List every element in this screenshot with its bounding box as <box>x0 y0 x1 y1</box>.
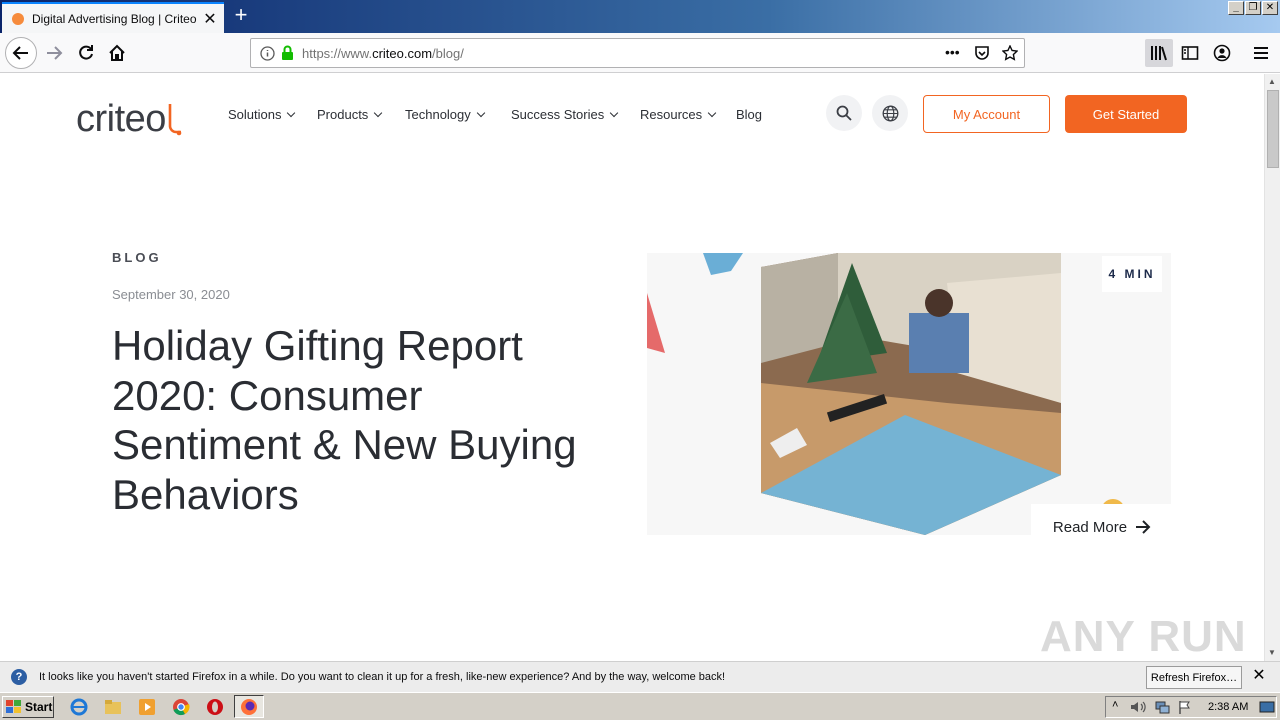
read-more-label: Read More <box>1052 518 1128 536</box>
library-button[interactable] <box>1145 39 1173 67</box>
secure-lock-icon <box>281 45 294 66</box>
system-tray: ˄ <box>1105 696 1277 718</box>
page-scrollbar[interactable]: ▲ ▼ <box>1264 74 1280 661</box>
my-account-button[interactable]: My Account <box>923 95 1050 133</box>
window-titlebar: Digital Advertising Blog | Criteo ✕ + _ … <box>0 0 1280 33</box>
opera-icon[interactable] <box>206 698 224 716</box>
nav-products[interactable]: Products <box>317 107 383 122</box>
action-center-flag-icon[interactable] <box>1178 700 1192 714</box>
post-category: BLOG <box>112 250 162 265</box>
criteo-favicon-icon <box>12 12 24 25</box>
scroll-down-icon[interactable]: ▼ <box>1268 648 1276 657</box>
page-actions-icon[interactable]: ••• <box>945 44 960 60</box>
scrollbar-thumb[interactable] <box>1267 90 1279 168</box>
back-arrow-icon <box>12 46 28 60</box>
browser-tab[interactable]: Digital Advertising Blog | Criteo ✕ <box>2 2 224 33</box>
media-player-icon[interactable] <box>138 698 156 716</box>
network-icon[interactable] <box>1154 700 1170 714</box>
navigation-toolbar: https://www.criteo.com/blog/ ••• <box>0 33 1280 73</box>
post-title[interactable]: Holiday Gifting Report 2020: Consumer Se… <box>112 321 612 519</box>
criteo-logo[interactable]: criteo <box>76 88 182 138</box>
account-button[interactable] <box>1208 39 1236 67</box>
nav-resources[interactable]: Resources <box>640 107 717 122</box>
holiday-gifting-illustration <box>647 253 1125 535</box>
show-desktop-icon[interactable] <box>1259 700 1275 714</box>
restore-button[interactable]: ❐ <box>1245 1 1261 15</box>
show-hidden-icons-icon[interactable]: ˄ <box>1112 699 1118 711</box>
nav-success-stories[interactable]: Success Stories <box>511 107 619 122</box>
search-button[interactable] <box>826 95 862 131</box>
sidebar-button[interactable] <box>1176 39 1204 67</box>
globe-icon <box>882 105 898 121</box>
windows-taskbar: Start ˄ 2:38 AM <box>0 692 1280 720</box>
account-icon <box>1213 44 1231 62</box>
volume-icon[interactable] <box>1130 700 1146 714</box>
home-icon <box>109 44 125 61</box>
library-icon <box>1151 46 1167 61</box>
web-page: criteo Solutions Products Technology Suc… <box>0 74 1264 661</box>
chrome-icon[interactable] <box>172 698 190 716</box>
info-icon: ? <box>11 669 27 685</box>
firefox-taskbar-button[interactable] <box>234 695 264 718</box>
tab-close-icon[interactable]: ✕ <box>200 9 220 29</box>
taskbar-clock: 2:38 AM <box>1208 701 1249 713</box>
home-button[interactable] <box>103 39 131 67</box>
arrow-right-icon <box>1136 520 1151 534</box>
scroll-up-icon[interactable]: ▲ <box>1268 77 1276 86</box>
forward-arrow-icon <box>47 46 63 60</box>
sidebar-icon <box>1181 46 1199 60</box>
nav-technology[interactable]: Technology <box>405 107 486 122</box>
window-close-button[interactable]: ✕ <box>1262 1 1278 15</box>
firefox-icon <box>241 699 257 715</box>
new-tab-button[interactable]: + <box>228 4 254 28</box>
firefox-notification-bar: ? It looks like you haven't started Fire… <box>0 661 1280 692</box>
anyrun-watermark: ANY RUN <box>1040 612 1247 661</box>
nav-blog[interactable]: Blog <box>736 107 762 122</box>
refresh-firefox-button[interactable]: Refresh Firefox… <box>1146 666 1242 689</box>
chevron-down-icon <box>609 108 619 117</box>
logo-text: criteo <box>76 98 166 140</box>
chevron-down-icon <box>476 108 486 117</box>
nav-solutions[interactable]: Solutions <box>228 107 296 122</box>
start-button[interactable]: Start <box>2 696 54 718</box>
back-button[interactable] <box>5 37 37 69</box>
notification-close-icon[interactable]: ✕ <box>1250 667 1268 685</box>
menu-button[interactable] <box>1247 39 1275 67</box>
address-bar[interactable]: https://www.criteo.com/blog/ ••• <box>250 38 1025 68</box>
tab-title: Digital Advertising Blog | Criteo <box>32 11 197 26</box>
forward-button[interactable] <box>40 39 68 67</box>
hamburger-icon <box>1254 47 1268 59</box>
file-explorer-icon[interactable] <box>104 698 122 716</box>
minimize-button[interactable]: _ <box>1228 1 1244 15</box>
post-hero-image[interactable] <box>647 253 1171 535</box>
post-date: September 30, 2020 <box>112 287 230 302</box>
internet-explorer-icon[interactable] <box>70 698 88 716</box>
logo-mark-icon <box>168 104 182 136</box>
windows-logo-icon <box>6 700 21 713</box>
start-label: Start <box>25 700 53 714</box>
chevron-down-icon <box>287 108 296 117</box>
reload-icon <box>79 45 93 60</box>
reload-button[interactable] <box>72 39 100 67</box>
chevron-down-icon <box>374 108 383 117</box>
read-time-badge: 4 MIN <box>1102 256 1162 292</box>
chevron-down-icon <box>707 108 717 117</box>
read-more-link[interactable]: Read More <box>1031 504 1173 550</box>
bookmark-star-icon[interactable] <box>1001 44 1019 66</box>
search-icon <box>836 105 852 121</box>
site-info-icon[interactable] <box>260 46 275 66</box>
get-started-button[interactable]: Get Started <box>1065 95 1187 133</box>
url-text[interactable]: https://www.criteo.com/blog/ <box>302 46 464 61</box>
language-button[interactable] <box>872 95 908 131</box>
pocket-icon[interactable] <box>974 45 990 66</box>
notification-message: It looks like you haven't started Firefo… <box>39 671 726 683</box>
